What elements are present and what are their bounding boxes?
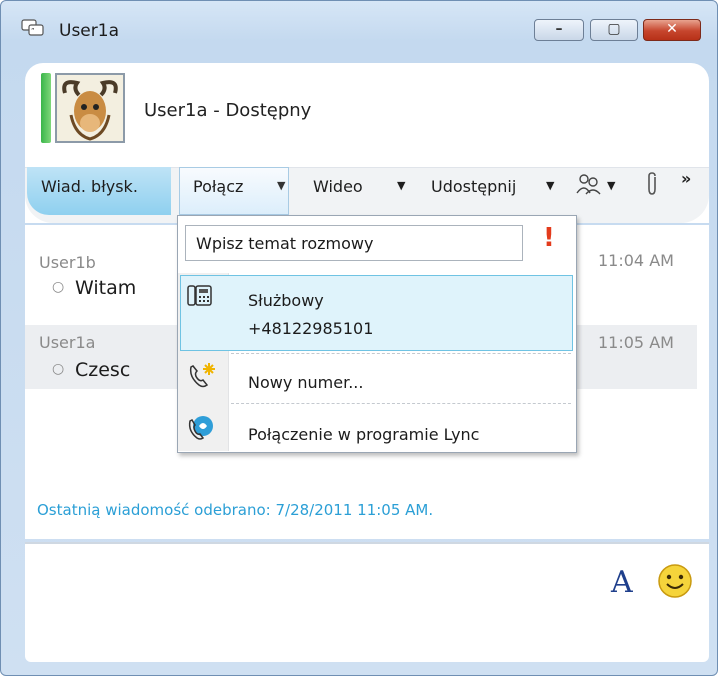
paperclip-icon[interactable] (645, 171, 659, 203)
message-bullet-icon: ○ (52, 361, 65, 377)
desk-phone-icon (187, 285, 212, 306)
conversation-window: ” User1a – ▢ ✕ User1a - Dostępny Wiad. b… (0, 0, 718, 676)
minimize-icon: – (555, 21, 563, 37)
more-options-button[interactable]: » (681, 169, 691, 188)
message-time: 11:05 AM (598, 333, 674, 352)
close-button[interactable]: ✕ (643, 19, 701, 41)
message-time: 11:04 AM (598, 251, 674, 270)
smiley-icon[interactable] (657, 563, 693, 599)
presence-indicator (41, 73, 51, 143)
contact-name-status: User1a - Dostępny (144, 100, 312, 121)
menu-separator (231, 403, 571, 404)
video-dropdown-arrow-icon[interactable]: ▼ (397, 179, 405, 192)
maximize-button[interactable]: ▢ (590, 19, 638, 41)
avatar[interactable] (55, 73, 125, 143)
window-title: User1a (59, 21, 119, 41)
last-message-status: Ostatnią wiadomość odebrano: 7/28/2011 1… (37, 501, 434, 519)
call-button-label[interactable]: Połącz (193, 177, 243, 196)
message-input-area[interactable] (25, 542, 709, 662)
maximize-icon: ▢ (607, 21, 621, 37)
lync-call-icon (188, 416, 213, 440)
im-tab-label[interactable]: Wiad. błysk. (41, 177, 138, 196)
people-dropdown-arrow-icon[interactable]: ▼ (607, 179, 615, 192)
font-button[interactable]: A (611, 565, 633, 600)
chat-app-icon: ” (21, 19, 44, 36)
minimize-button[interactable]: – (534, 19, 584, 41)
menu-item-new-number[interactable]: Nowy numer... (248, 373, 363, 392)
menu-item-lync-call[interactable]: Połączenie w programie Lync (248, 425, 479, 444)
svg-text:”: ” (31, 27, 35, 35)
call-dropdown-arrow-icon[interactable]: ▼ (277, 179, 285, 192)
menu-item-work-phone[interactable] (180, 275, 573, 351)
menu-item-work-phone-number: +48122985101 (248, 319, 374, 338)
message-bullet-icon: ○ (52, 279, 65, 295)
people-options-icon[interactable] (576, 173, 602, 200)
title-bar[interactable]: ” User1a – ▢ ✕ (1, 1, 717, 45)
menu-separator (231, 353, 571, 354)
video-button[interactable]: Wideo (313, 177, 363, 196)
new-number-phone-icon (189, 363, 215, 388)
menu-item-work-phone-label: Służbowy (248, 291, 324, 310)
message-sender: User1a (39, 333, 96, 352)
high-priority-icon[interactable]: ! (543, 223, 555, 253)
message-text: Witam (75, 277, 137, 299)
conversation-topic-input[interactable] (185, 225, 523, 261)
message-text: Czesc (75, 359, 131, 381)
share-dropdown-arrow-icon[interactable]: ▼ (546, 179, 554, 192)
close-icon: ✕ (666, 21, 678, 37)
gnu-avatar-icon (57, 75, 123, 141)
message-sender: User1b (39, 253, 96, 272)
share-button[interactable]: Udostępnij (431, 177, 516, 196)
